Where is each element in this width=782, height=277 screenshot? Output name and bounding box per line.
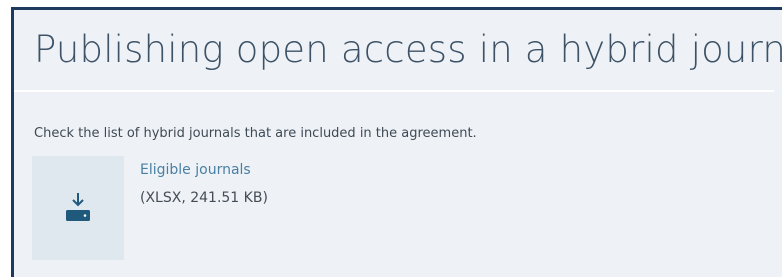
file-download-tile[interactable]: [32, 156, 124, 260]
download-icon: [66, 193, 90, 221]
section-title: Publishing open access in a hybrid journ…: [34, 28, 782, 71]
file-info: (XLSX, 241.51 KB): [140, 190, 268, 206]
eligible-journals-link[interactable]: Eligible journals: [140, 162, 251, 178]
title-divider: [14, 90, 774, 92]
publishing-panel: Publishing open access in a hybrid journ…: [11, 7, 782, 277]
intro-text: Check the list of hybrid journals that a…: [34, 126, 477, 141]
